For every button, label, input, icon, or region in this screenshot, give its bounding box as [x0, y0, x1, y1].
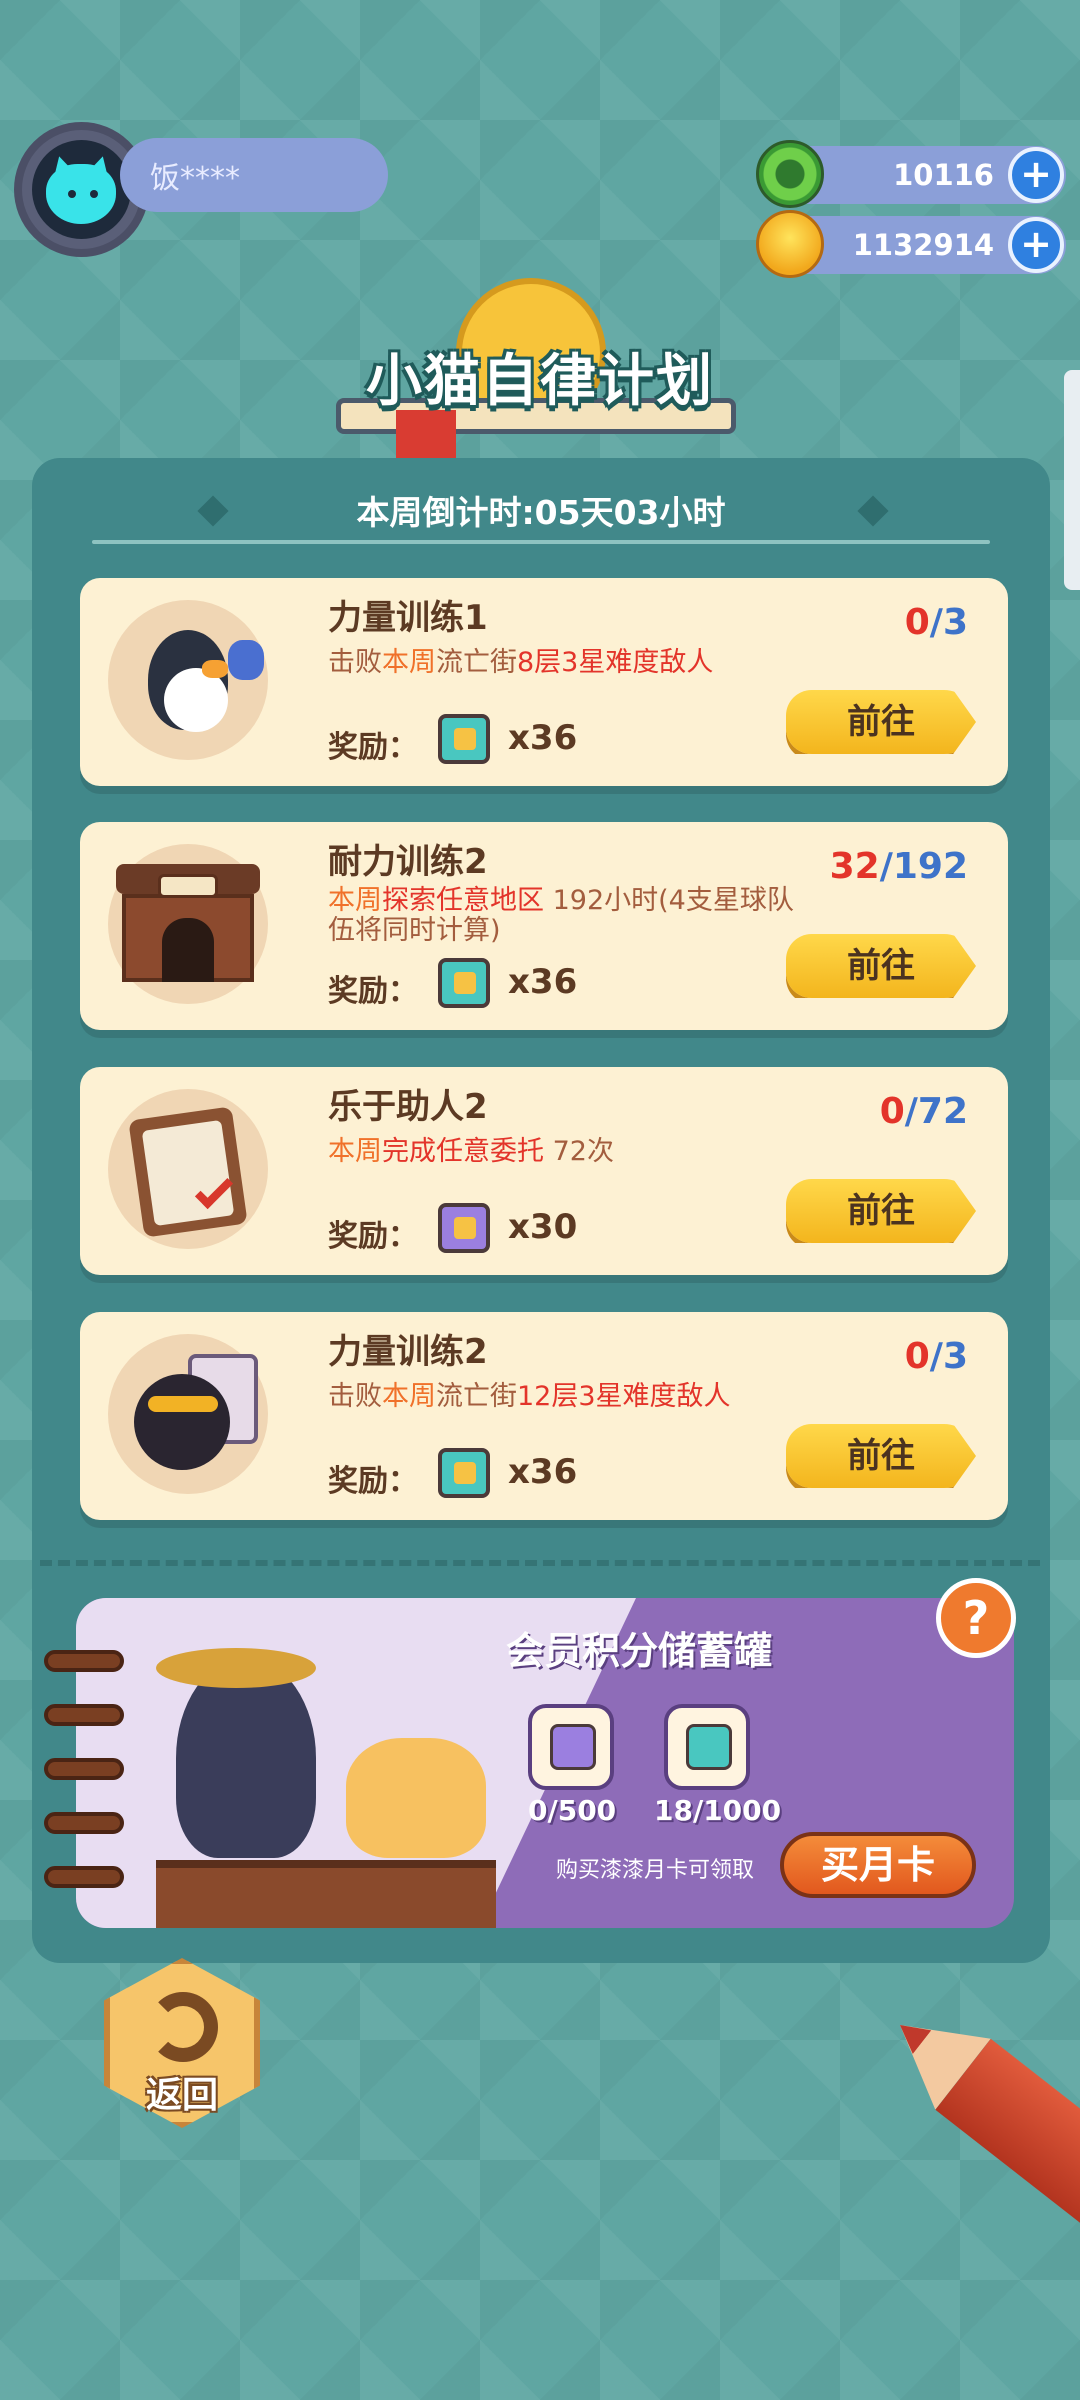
task-progress: 0/3: [904, 1336, 968, 1377]
clipboard-check-icon: [108, 1089, 268, 1249]
reward-label: 奖励：: [328, 974, 418, 1009]
bird-calendar-icon: [108, 1334, 268, 1494]
page-title: 小猫自律计划: [366, 349, 714, 414]
binder-ring-icon: [44, 1866, 124, 1888]
purple-ticket-slot[interactable]: [528, 1704, 614, 1790]
hat-icon: [156, 1648, 316, 1688]
go-button[interactable]: 前往: [786, 934, 976, 998]
penguin-icon: [108, 600, 268, 760]
reward-quantity: x36: [508, 1452, 578, 1492]
task-progress: 32/192: [829, 846, 968, 887]
shop-building-icon: [108, 844, 268, 1004]
orange-cat-icon: [346, 1738, 486, 1858]
pencil-icon: [872, 1990, 1080, 2258]
teal-ticket-icon: [686, 1724, 732, 1770]
task-name: 力量训练1: [328, 598, 488, 638]
task-name: 力量训练2: [328, 1332, 488, 1372]
task-progress: 0/72: [879, 1091, 968, 1132]
binder-ring-icon: [44, 1758, 124, 1780]
gold-coin-currency-icon: [756, 210, 824, 278]
task-description: 本周完成任意委托 72次: [328, 1136, 614, 1167]
teal-ticket-count: 18/1000: [654, 1794, 782, 1827]
teal-ticket-icon: [438, 714, 490, 764]
reward-label: 奖励：: [328, 730, 418, 765]
task-card: 耐力训练2 本周探索任意地区 192小时(4支星球队伍将同时计算) 32/192…: [80, 822, 1008, 1030]
player-name: 饭****: [150, 161, 240, 196]
task-card: 乐于助人2 本周完成任意委托 72次 0/72 奖励： x30 前往: [80, 1067, 1008, 1275]
go-button[interactable]: 前往: [786, 690, 976, 754]
go-button[interactable]: 前往: [786, 1424, 976, 1488]
week-countdown: 本周倒计时:05天03小时: [356, 493, 726, 532]
currency-coin-value: 1132914: [852, 228, 994, 262]
purple-ticket-icon: [438, 1203, 490, 1253]
return-arrow-icon: [148, 1992, 218, 2062]
member-storage-title: 会员积分储蓄罐: [506, 1629, 773, 1673]
reward-quantity: x30: [508, 1207, 578, 1247]
binder-ring-icon: [44, 1812, 124, 1834]
buy-monthly-card-button[interactable]: 买月卡: [780, 1832, 976, 1898]
member-note: 购买漆漆月卡可领取: [556, 1858, 755, 1883]
binder-ring-icon: [44, 1704, 124, 1726]
reward-quantity: x36: [508, 718, 578, 758]
add-donut-button[interactable]: +: [1008, 147, 1064, 203]
purple-ticket-icon: [550, 1724, 596, 1770]
teal-ticket-icon: [438, 1448, 490, 1498]
reward-label: 奖励：: [328, 1464, 418, 1499]
help-button[interactable]: ?: [936, 1578, 1016, 1658]
currency-donut-value: 10116: [893, 158, 994, 192]
member-storage-card: 会员积分储蓄罐 0/500 18/1000 购买漆漆月卡可领取 买月卡: [76, 1598, 1014, 1928]
go-button[interactable]: 前往: [786, 1179, 976, 1243]
teal-ticket-slot[interactable]: [664, 1704, 750, 1790]
task-name: 耐力训练2: [328, 842, 488, 882]
desk-icon: [156, 1860, 496, 1928]
green-donut-currency-icon: [756, 140, 824, 208]
player-name-pill[interactable]: 饭****: [120, 138, 388, 212]
task-card: 力量训练2 击败本周流亡街12层3星难度敌人 0/3 奖励： x36 前往: [80, 1312, 1008, 1520]
task-name: 乐于助人2: [328, 1087, 488, 1127]
reward-quantity: x36: [508, 962, 578, 1002]
side-drawer-tab[interactable]: [1064, 370, 1080, 590]
back-label: 返回: [145, 2075, 218, 2116]
task-description: 本周探索任意地区 192小时(4支星球队伍将同时计算): [328, 885, 794, 946]
cat-avatar-icon: [32, 140, 131, 239]
currency-coin: 1132914 +: [756, 210, 1066, 278]
divider: [92, 540, 990, 544]
crow-character-icon: [176, 1658, 316, 1858]
add-coin-button[interactable]: +: [1008, 217, 1064, 273]
dashed-divider: [40, 1560, 1040, 1566]
task-card: 力量训练1 击败本周流亡街8层3星难度敌人 0/3 奖励： x36 前往: [80, 578, 1008, 786]
currency-donut: 10116 +: [756, 140, 1066, 208]
task-description: 击败本周流亡街8层3星难度敌人: [328, 647, 714, 678]
reward-label: 奖励：: [328, 1219, 418, 1254]
task-description: 击败本周流亡街12层3星难度敌人: [328, 1381, 731, 1412]
back-button[interactable]: 返回: [104, 1958, 260, 2128]
binder-ring-icon: [44, 1650, 124, 1672]
task-progress: 0/3: [904, 602, 968, 643]
purple-ticket-count: 0/500: [528, 1794, 617, 1827]
teal-ticket-icon: [438, 958, 490, 1008]
